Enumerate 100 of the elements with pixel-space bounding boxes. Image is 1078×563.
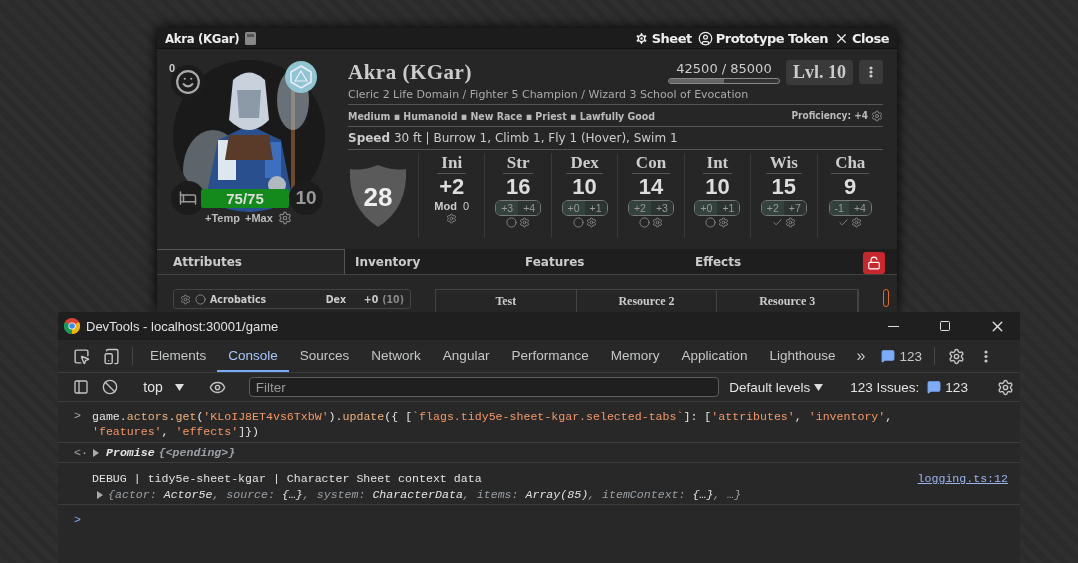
gear-icon[interactable]	[784, 217, 796, 228]
devtools-tab[interactable]: Angular	[431, 340, 501, 372]
devtools-tab[interactable]: Lighthouse	[758, 340, 847, 372]
header-button[interactable]: Close	[834, 30, 889, 46]
ability-label: Str	[502, 153, 534, 174]
character-name: Akra (KGar)	[348, 59, 473, 85]
command-text: game.actors.get('KLoIJ8ET4vs6TxbW').update({ [`flags.tidy5e-sheet-kgar.selected-tabs`]: ['attributes', 'inventory', 'features', 'effects']})	[92, 409, 894, 439]
triangle-icon	[96, 490, 104, 499]
ability-score: 10	[705, 175, 730, 199]
sheet-tab[interactable]: Attributes	[157, 249, 345, 274]
check-icon[interactable]	[838, 217, 850, 228]
modifier-pill[interactable]: +2 +3	[628, 200, 674, 216]
sidebar-icon	[72, 379, 89, 395]
gear-icon[interactable]	[585, 217, 597, 228]
messages-badge[interactable]: 123	[875, 340, 928, 372]
speed-line: Speed 30 ft | Burrow 1, Climb 1, Fly 1 (Hover), Swim 1	[348, 127, 883, 150]
pointer-icon	[72, 347, 90, 365]
dropdown-icon	[814, 383, 824, 391]
context-dropdown[interactable]: top	[137, 379, 190, 395]
message-icon	[881, 349, 896, 363]
settings-icon	[996, 378, 1014, 396]
modifier-pill[interactable]: +2 +7	[760, 200, 807, 216]
modifier-pill[interactable]: +0 +1	[561, 200, 608, 216]
source-link[interactable]: logging.ts:12	[917, 471, 1008, 486]
devtools-tab[interactable]: Application	[670, 340, 759, 372]
gear-icon[interactable]	[651, 217, 663, 228]
gear-icon[interactable]	[871, 109, 883, 122]
ability-score: 14	[638, 175, 664, 199]
modifier-pill[interactable]: -1 +4	[828, 200, 872, 216]
ability-score: 10	[572, 175, 597, 199]
sheet-tab[interactable]: Effects	[685, 249, 855, 274]
header-button[interactable]: Sheet	[633, 30, 692, 46]
gear-icon[interactable]	[851, 217, 863, 228]
modifier-pill[interactable]: +0 +1	[694, 200, 741, 216]
clear-icon	[101, 379, 118, 395]
ability-score: 16	[505, 175, 531, 199]
kebab-icon	[984, 349, 988, 363]
hp-link[interactable]: +Temp	[205, 212, 240, 224]
scrollbar-thumb[interactable]	[883, 289, 889, 307]
lock-button[interactable]	[863, 252, 885, 274]
devtools-tab[interactable]: Performance	[500, 340, 600, 372]
skill-name: Acrobatics	[210, 293, 268, 305]
gear-icon[interactable]	[718, 217, 730, 228]
ability-score: 15	[771, 175, 797, 199]
hit-dice-badge[interactable]: 10	[289, 181, 323, 215]
sheet-tab[interactable]: Features	[515, 249, 685, 274]
header-button[interactable]: Prototype Token	[697, 30, 828, 46]
log-levels-dropdown[interactable]: Default levels	[723, 378, 830, 396]
gear-icon[interactable]	[180, 293, 191, 305]
modifier-pill[interactable]: +3 +4	[495, 200, 542, 216]
skill-row[interactable]: Acrobatics Dex +0 (10)	[173, 289, 411, 309]
more-tabs-button[interactable]: »	[846, 340, 876, 372]
circle-icon[interactable]	[705, 217, 717, 228]
gear-icon[interactable]	[446, 213, 458, 224]
level-button[interactable]: Lvl. 10	[786, 59, 853, 85]
object-preview[interactable]: {actor: Actor5e, source: {…}, system: CharacterData, items: Array(85), itemContext: {…}, …}	[108, 488, 742, 501]
d20-icon[interactable]	[285, 61, 317, 93]
bed-icon	[179, 189, 197, 207]
issues-badge[interactable]: 123	[927, 379, 978, 395]
initiative-mod: Mod 0	[434, 200, 470, 212]
circle-icon[interactable]	[572, 217, 584, 228]
ability-label: Cha	[831, 153, 870, 174]
window-title: Akra (KGar)	[165, 30, 240, 46]
console-result[interactable]: Promise {<pending>}	[106, 446, 236, 459]
smile-icon	[175, 69, 201, 95]
circle-icon[interactable]	[195, 293, 206, 305]
gear-icon[interactable]	[519, 217, 531, 228]
message-icon	[927, 380, 942, 394]
proficiency-bonus: Proficiency: +4	[791, 110, 868, 121]
devtools-tab[interactable]: Network	[360, 340, 432, 372]
ability-label: Dex	[566, 153, 603, 174]
unlock-icon	[867, 256, 881, 270]
circle-icon[interactable]	[638, 217, 650, 228]
sheet-tab[interactable]: Inventory	[345, 249, 515, 274]
ability-label: Con	[631, 153, 671, 174]
devtools-tab[interactable]: Sources	[288, 340, 361, 372]
devices-icon	[102, 347, 120, 365]
gear-icon[interactable]	[277, 211, 292, 225]
book-icon	[245, 31, 257, 45]
filter-field[interactable]: Filter	[248, 377, 720, 397]
menu-button[interactable]	[859, 60, 883, 84]
trait-list: Medium ▪ Humanoid ▪ New Race ▪ Priest ▪ Lawfully Good	[348, 109, 656, 122]
xp-value: 42500 / 85000	[676, 60, 772, 76]
circle-icon[interactable]	[506, 217, 518, 228]
check-icon[interactable]	[771, 217, 783, 228]
ability-score: 9	[844, 175, 857, 199]
ability-label: Ini	[437, 153, 467, 174]
inspiration-badge[interactable]: 0	[171, 65, 205, 99]
class-list: Cleric 2 Life Domain / Fighter 5 Champion / Wizard 3 School of Evocation	[348, 87, 883, 105]
hp-link[interactable]: +Max	[244, 212, 273, 224]
devtools-tab[interactable]: Elements	[139, 340, 218, 372]
triangle-icon	[92, 448, 100, 457]
devtools-tab[interactable]: Console	[217, 340, 289, 372]
ability-label: Int	[702, 153, 733, 174]
armor-class-shield: 28	[348, 162, 408, 229]
ability-label: Wis	[765, 153, 802, 174]
devtools-tab[interactable]: Memory	[599, 340, 671, 372]
prompt-icon[interactable]: >	[74, 513, 86, 526]
browser-logo	[64, 318, 80, 334]
maximize-icon	[939, 320, 951, 332]
